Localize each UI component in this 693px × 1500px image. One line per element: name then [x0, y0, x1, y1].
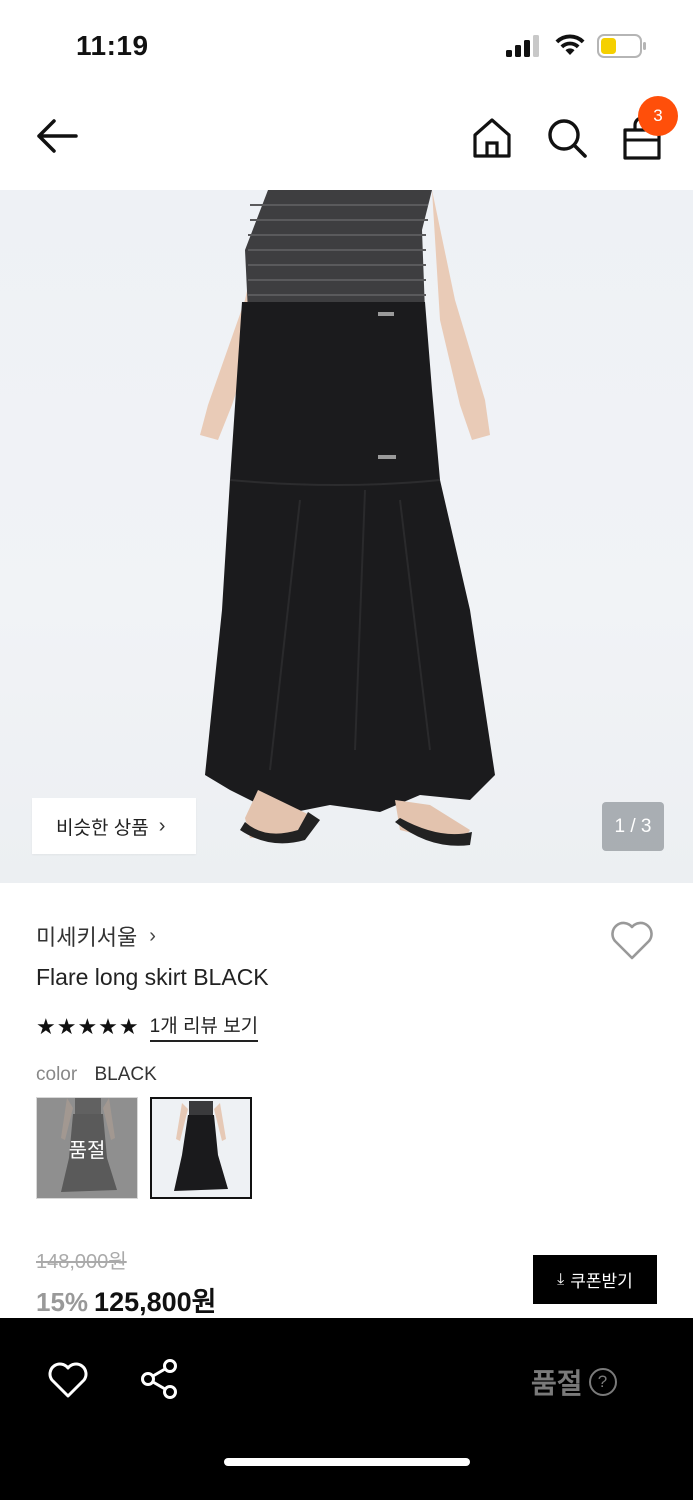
heart-icon[interactable] — [608, 918, 656, 962]
original-price: 148,000원 — [36, 1251, 127, 1273]
star-rating: ★★★★★ — [36, 1013, 140, 1039]
discount-rate: 15% — [36, 1287, 89, 1317]
wifi-icon — [555, 34, 585, 55]
product-image-carousel[interactable]: 비슷한 상품 › 1 / 3 — [0, 190, 693, 883]
color-option-swatch[interactable]: 품절 — [36, 1097, 138, 1199]
sale-price: 125,800원 — [94, 1287, 217, 1317]
search-icon[interactable] — [546, 116, 588, 160]
sold-out-status: 품절 ? — [531, 1362, 617, 1402]
home-icon[interactable] — [470, 116, 514, 160]
color-option-swatch-selected[interactable] — [150, 1097, 252, 1199]
bottom-action-bar: 품절 ? — [0, 1318, 693, 1500]
help-icon[interactable]: ? — [588, 1368, 617, 1396]
heart-icon[interactable] — [46, 1360, 90, 1400]
chevron-right-icon: › — [149, 924, 156, 947]
similar-products-button[interactable]: 비슷한 상품 › — [32, 798, 196, 854]
price-row: 15% 125,800원 — [36, 1280, 217, 1319]
home-indicator[interactable] — [224, 1458, 470, 1466]
color-label: color — [36, 1064, 78, 1085]
status-bar: 11:19 — [0, 0, 693, 90]
chevron-right-icon: › — [158, 814, 166, 837]
battery-icon — [597, 34, 646, 58]
color-value: BLACK — [94, 1064, 157, 1085]
download-icon: ⤓ — [557, 1270, 565, 1288]
cart-count-badge: 3 — [638, 96, 678, 136]
product-photo — [200, 190, 495, 846]
swatch-thumbnail — [152, 1099, 250, 1197]
sold-out-overlay: 품절 — [37, 1098, 137, 1198]
view-reviews-link[interactable]: 1개 리뷰 보기 — [149, 1011, 259, 1042]
image-pager-indicator: 1 / 3 — [602, 802, 664, 851]
status-time: 11:19 — [76, 30, 149, 61]
rating-row: ★★★★★ 1개 리뷰 보기 — [36, 1011, 259, 1042]
top-nav-bar: 3 — [0, 90, 693, 190]
back-arrow-icon[interactable] — [34, 116, 80, 156]
sold-out-label: 품절 — [531, 1368, 583, 1399]
color-row: color BLACK — [36, 1064, 157, 1086]
coupon-label: 쿠폰받기 — [570, 1272, 633, 1291]
get-coupon-button[interactable]: ⤓ 쿠폰받기 — [533, 1255, 657, 1304]
brand-name: 미세키서울 — [36, 925, 138, 950]
cellular-signal-icon — [506, 35, 539, 57]
similar-products-label: 비슷한 상품 — [56, 817, 149, 839]
share-icon[interactable] — [138, 1358, 180, 1400]
brand-link[interactable]: 미세키서울 › — [36, 920, 156, 952]
product-title: Flare long skirt BLACK — [36, 964, 269, 990]
